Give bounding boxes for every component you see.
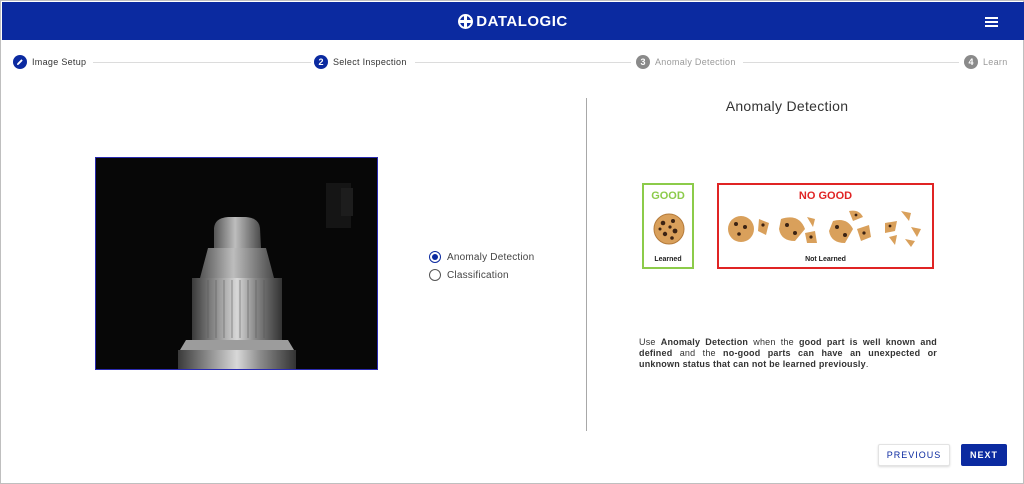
broken-cookies-image (728, 210, 921, 247)
wizard-stepper: Image Setup 2 Select Inspection 3 Anomal… (1, 41, 1024, 83)
step-number: 2 (314, 55, 328, 69)
radio-classification[interactable]: Classification (429, 266, 534, 284)
good-cookie-image (653, 213, 685, 245)
info-panel: Anomaly Detection GOOD Learned NO GOOD N… (587, 83, 1024, 433)
radio-anomaly-detection[interactable]: Anomaly Detection (429, 248, 534, 266)
step-select-inspection[interactable]: 2 Select Inspection (314, 55, 407, 69)
description-text: Use Anomaly Detection when the good part… (639, 337, 938, 369)
no-good-example-box: NO GOOD Not Learned (717, 183, 934, 269)
previous-button[interactable]: PREVIOUS (878, 444, 950, 466)
good-caption: Learned (654, 256, 682, 263)
logo-text: DATALOGIC (476, 12, 568, 30)
step-image-setup[interactable]: Image Setup (13, 55, 86, 69)
pencil-icon (13, 55, 27, 69)
no-good-caption: Not Learned (805, 256, 846, 263)
app-window: DATALOGIC Image Setup 2 Select Inspectio… (0, 0, 1024, 484)
step-connector (415, 62, 631, 63)
step-label: Anomaly Detection (655, 57, 736, 67)
radio-button-selected[interactable] (429, 251, 441, 263)
no-good-label: NO GOOD (798, 190, 853, 202)
logo-mark-icon (458, 13, 474, 29)
next-button[interactable]: NEXT (961, 444, 1007, 466)
inspection-type-radio-group: Anomaly Detection Classification (429, 248, 534, 284)
good-label: GOOD (651, 190, 685, 202)
step-label: Learn (983, 57, 1008, 67)
radio-button[interactable] (429, 269, 441, 281)
bottle-cap-image (96, 158, 377, 369)
inspection-selection-panel: Anomaly Detection Classification (1, 83, 586, 433)
step-number: 4 (964, 55, 978, 69)
radio-label: Classification (447, 269, 509, 281)
step-label: Select Inspection (333, 57, 407, 67)
top-bar: DATALOGIC (2, 2, 1024, 40)
radio-label: Anomaly Detection (447, 251, 535, 263)
step-label: Image Setup (32, 57, 87, 67)
camera-image (95, 157, 378, 370)
step-connector (93, 62, 311, 63)
good-example-box: GOOD Learned (642, 183, 694, 269)
hamburger-menu-icon[interactable] (985, 17, 998, 27)
step-number: 3 (636, 55, 650, 69)
info-title: Anomaly Detection (725, 98, 849, 114)
step-anomaly-detection[interactable]: 3 Anomaly Detection (636, 55, 736, 69)
datalogic-logo: DATALOGIC (2, 2, 1024, 40)
step-learn[interactable]: 4 Learn (964, 55, 1008, 69)
step-connector (743, 62, 959, 63)
